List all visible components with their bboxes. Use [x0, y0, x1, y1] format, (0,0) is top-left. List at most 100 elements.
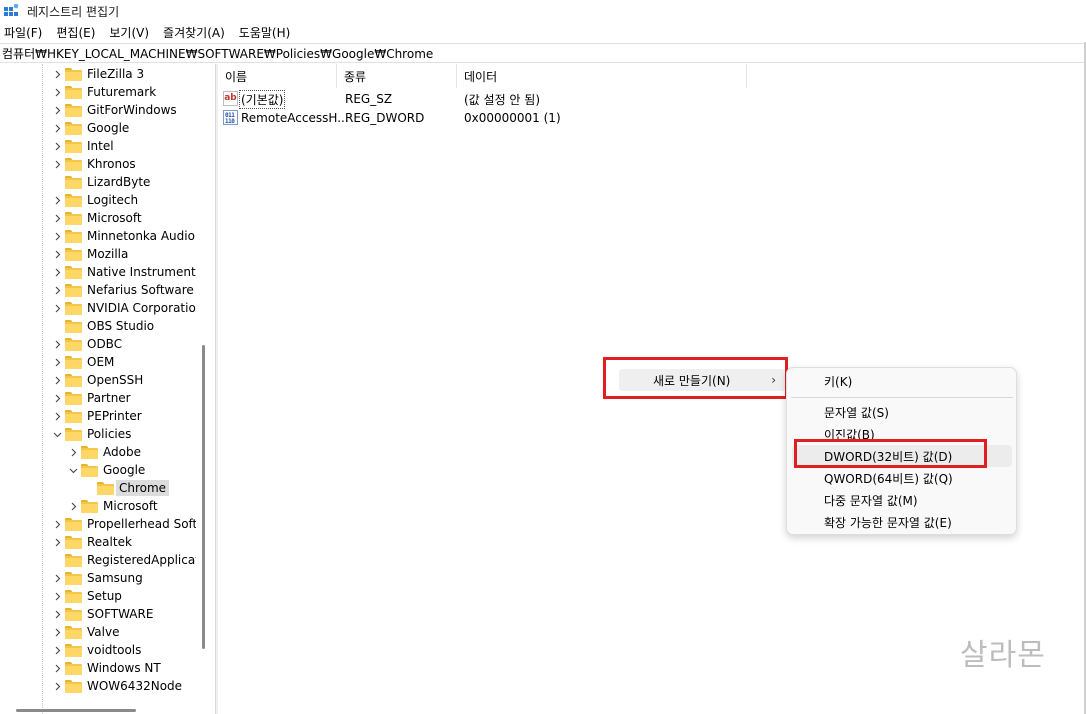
menu-item-new[interactable]: 새로 만들기(N) ›	[619, 369, 785, 391]
menu-favorites[interactable]: 즐겨찾기(A)	[163, 24, 225, 41]
chevron-right-icon[interactable]	[52, 101, 62, 119]
chevron-right-icon[interactable]	[52, 515, 62, 533]
tree-node-label: OBS Studio	[87, 319, 155, 333]
submenu-item-expandable-string-value[interactable]: 확장 가능한 문자열 값(E)	[792, 511, 1012, 533]
tree-node[interactable]: Policies	[0, 425, 196, 443]
chevron-right-icon[interactable]	[52, 119, 62, 137]
column-data[interactable]: 데이터	[457, 64, 747, 88]
chevron-right-icon[interactable]	[52, 623, 62, 641]
chevron-right-icon[interactable]	[52, 263, 62, 281]
folder-icon	[65, 662, 82, 675]
chevron-right-icon[interactable]	[52, 155, 62, 173]
tree-node-label: OpenSSH	[87, 373, 144, 387]
chevron-right-icon[interactable]	[68, 497, 78, 515]
tree-node-label: Partner	[87, 391, 131, 405]
chevron-down-icon[interactable]	[68, 461, 78, 479]
chevron-right-icon[interactable]	[52, 533, 62, 551]
tree-node[interactable]: Futuremark	[0, 83, 196, 101]
tree-node[interactable]: Native Instruments	[0, 263, 196, 281]
tree-node[interactable]: Microsoft	[0, 209, 196, 227]
list-row[interactable]: ab (기본값) REG_SZ (값 설정 안 됨)	[218, 89, 1086, 109]
tree-node[interactable]: voidtools	[0, 641, 196, 659]
tree-scrollbar-thumb[interactable]	[202, 345, 205, 649]
column-type[interactable]: 종류	[337, 64, 457, 88]
chevron-right-icon[interactable]	[52, 353, 62, 371]
list-row[interactable]: 011 110 RemoteAccessH... REG_DWORD 0x000…	[218, 108, 1086, 128]
menu-file[interactable]: 파일(F)	[4, 24, 42, 41]
value-name[interactable]: (기본값)	[238, 89, 286, 109]
tree-node[interactable]: Mozilla	[0, 245, 196, 263]
tree-node[interactable]: Google	[0, 119, 196, 137]
chevron-right-icon[interactable]	[68, 443, 78, 461]
tree-node[interactable]: Windows NT	[0, 659, 196, 677]
tree-node[interactable]: Realtek	[0, 533, 196, 551]
tree-node-label: WOW6432Node	[87, 679, 183, 693]
chevron-right-icon[interactable]	[52, 641, 62, 659]
tree-node[interactable]: LizardByte	[0, 173, 196, 191]
tree-node[interactable]: Google	[0, 461, 196, 479]
chevron-right-icon[interactable]	[52, 281, 62, 299]
tree-node[interactable]: GitForWindows	[0, 101, 196, 119]
submenu-item-multi-string-label: 다중 문자열 값(M)	[824, 493, 918, 508]
tree-node[interactable]: SOFTWARE	[0, 605, 196, 623]
chevron-right-icon[interactable]	[52, 83, 62, 101]
menu-view[interactable]: 보기(V)	[109, 24, 149, 41]
list-header: 이름 종류 데이터	[218, 64, 1086, 88]
chevron-right-icon[interactable]	[52, 569, 62, 587]
tree-horizontal-scrollbar-thumb[interactable]	[16, 709, 136, 712]
tree-node[interactable]: Valve	[0, 623, 196, 641]
tree-node[interactable]: WOW6432Node	[0, 677, 196, 695]
chevron-right-icon[interactable]	[52, 335, 62, 353]
tree-node[interactable]: OBS Studio	[0, 317, 196, 335]
tree-node[interactable]: Khronos	[0, 155, 196, 173]
column-name[interactable]: 이름	[218, 64, 337, 88]
chevron-right-icon[interactable]	[52, 659, 62, 677]
tree-node[interactable]: FileZilla 3	[0, 65, 196, 83]
tree-node[interactable]: PEPrinter	[0, 407, 196, 425]
chevron-right-icon[interactable]	[52, 605, 62, 623]
tree-node[interactable]: Minnetonka Audio S	[0, 227, 196, 245]
chevron-right-icon[interactable]	[52, 227, 62, 245]
tree-node[interactable]: Microsoft	[0, 497, 196, 515]
tree-node[interactable]: NVIDIA Corporation	[0, 299, 196, 317]
chevron-right-icon[interactable]	[52, 245, 62, 263]
chevron-right-icon[interactable]	[52, 677, 62, 695]
submenu-item-qword-value[interactable]: QWORD(64비트) 값(Q)	[792, 467, 1012, 489]
value-name[interactable]: RemoteAccessH...	[241, 111, 349, 125]
tree-node[interactable]: Setup	[0, 587, 196, 605]
tree-node[interactable]: RegisteredApplicatic	[0, 551, 196, 569]
folder-icon	[81, 464, 98, 477]
menu-help[interactable]: 도움말(H)	[239, 24, 291, 41]
address-path[interactable]: 컴퓨터₩HKEY_LOCAL_MACHINE₩SOFTWARE₩Policies…	[2, 45, 433, 62]
submenu-item-multi-string-value[interactable]: 다중 문자열 값(M)	[792, 489, 1012, 511]
chevron-right-icon[interactable]	[52, 587, 62, 605]
chevron-right-icon[interactable]	[52, 299, 62, 317]
tree-node[interactable]: Partner	[0, 389, 196, 407]
tree-node[interactable]: Intel	[0, 137, 196, 155]
address-bar[interactable]: 컴퓨터₩HKEY_LOCAL_MACHINE₩SOFTWARE₩Policies…	[0, 43, 1086, 63]
tree-node-label: Samsung	[87, 571, 143, 585]
tree-node[interactable]: Samsung	[0, 569, 196, 587]
chevron-right-icon[interactable]	[52, 371, 62, 389]
chevron-right-icon[interactable]	[52, 137, 62, 155]
submenu-item-key[interactable]: 키(K)	[792, 370, 1012, 392]
chevron-right-icon[interactable]	[52, 389, 62, 407]
tree-node[interactable]: OpenSSH	[0, 371, 196, 389]
tree-node[interactable]: Propellerhead Softw	[0, 515, 196, 533]
menu-edit[interactable]: 편집(E)	[56, 24, 95, 41]
submenu-item-string-value[interactable]: 문자열 값(S)	[792, 401, 1012, 423]
tree-node[interactable]: OEM	[0, 353, 196, 371]
tree-node[interactable]: Nefarius Software S	[0, 281, 196, 299]
chevron-right-icon[interactable]	[52, 65, 62, 83]
chevron-right-icon[interactable]	[52, 407, 62, 425]
chevron-down-icon[interactable]	[52, 425, 62, 443]
tree-node[interactable]: Adobe	[0, 443, 196, 461]
chevron-right-icon[interactable]	[52, 209, 62, 227]
title-bar: 레지스트리 편집기	[0, 0, 1086, 22]
tree-node-label: Native Instruments	[87, 265, 196, 279]
tree-node[interactable]: Chrome	[0, 479, 196, 497]
tree-node[interactable]: Logitech	[0, 191, 196, 209]
tree-node[interactable]: ODBC	[0, 335, 196, 353]
folder-icon	[65, 680, 82, 693]
chevron-right-icon[interactable]	[52, 191, 62, 209]
